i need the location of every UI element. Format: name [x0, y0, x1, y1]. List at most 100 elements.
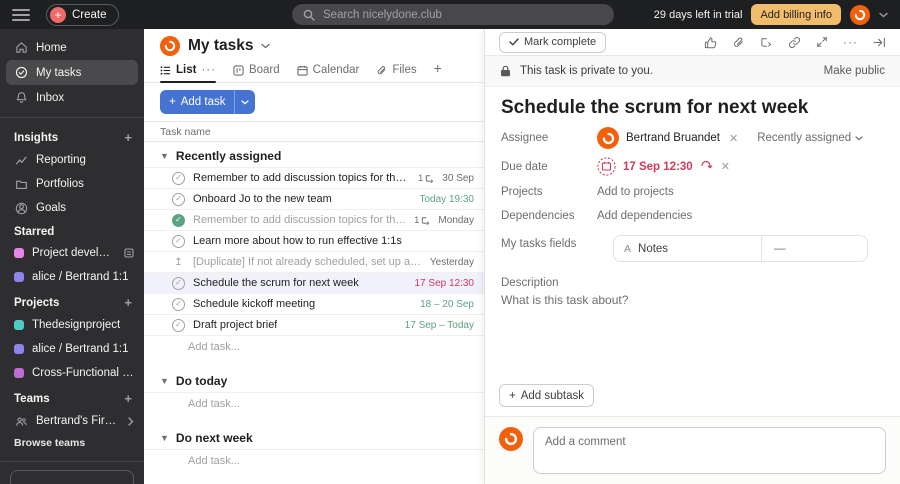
sidebar-item-inbox[interactable]: Inbox: [6, 85, 138, 110]
create-button[interactable]: + Create: [46, 3, 119, 26]
task-title: Onboard Jo to the new team: [193, 193, 332, 205]
task-row[interactable]: ✓ Learn more about how to run effective …: [144, 230, 484, 251]
column-header-task-name[interactable]: Task name: [144, 122, 484, 142]
close-panel-icon[interactable]: [873, 37, 886, 48]
section-do-today[interactable]: ▼ Do today: [144, 367, 484, 392]
add-subtask-icon[interactable]: [760, 36, 773, 49]
project-color-dot: [14, 368, 24, 378]
projects-field: Projects Add to projects: [485, 180, 900, 204]
collapse-triangle-icon[interactable]: ▼: [160, 433, 169, 443]
remove-assignee-icon[interactable]: ✕: [727, 132, 740, 145]
sidebar-item-my-tasks[interactable]: My tasks: [6, 60, 138, 85]
sidebar-item-portfolios[interactable]: Portfolios: [0, 172, 144, 196]
add-task-dropdown[interactable]: [234, 90, 255, 114]
clear-due-date-icon[interactable]: ✕: [719, 160, 732, 173]
subtask-icon: [422, 216, 430, 225]
add-task-row[interactable]: Add task...: [144, 449, 484, 471]
collapse-triangle-icon[interactable]: ▼: [160, 376, 169, 386]
attach-icon[interactable]: [732, 36, 745, 49]
copy-link-icon[interactable]: [788, 36, 801, 49]
add-subtask-button[interactable]: + Add subtask: [499, 384, 595, 407]
sidebar-item-thedesignproject[interactable]: Thedesignproject: [0, 313, 144, 337]
task-title-input[interactable]: Schedule the scrum for next week: [485, 87, 900, 123]
task-check-icon[interactable]: ✓: [172, 276, 185, 290]
collapse-triangle-icon[interactable]: ▼: [160, 151, 169, 161]
sidebar-item-goals[interactable]: Goals: [0, 196, 144, 220]
task-check-icon[interactable]: ✓: [172, 171, 185, 185]
add-task-button[interactable]: + Add task: [160, 90, 256, 114]
sidebar-item-label: Portfolios: [36, 178, 84, 190]
notes-field-cell[interactable]: A Notes: [614, 236, 762, 261]
tab-calendar[interactable]: Calendar: [297, 64, 359, 82]
task-row-selected[interactable]: ✓ Schedule the scrum for next week 17 Se…: [144, 272, 484, 293]
recurring-icon[interactable]: [700, 161, 712, 172]
section-title: Projects: [14, 296, 60, 309]
add-team-icon[interactable]: +: [124, 391, 132, 406]
sidebar-section-projects[interactable]: Projects +: [0, 289, 144, 313]
make-public-button[interactable]: Make public: [824, 65, 885, 77]
sidebar-item-home[interactable]: Home: [6, 35, 138, 60]
sidebar-item-bertrands-first-team[interactable]: Bertrand's First Team: [0, 409, 144, 433]
section-title: Teams: [14, 392, 50, 405]
task-row[interactable]: ✓ Draft project brief 17 Sep – Today: [144, 314, 484, 335]
sidebar-section-starred[interactable]: Starred: [0, 220, 144, 241]
add-dependencies-button[interactable]: Add dependencies: [597, 210, 692, 222]
search-input[interactable]: Search nicelydone.club: [292, 4, 614, 25]
like-icon[interactable]: [704, 36, 717, 49]
add-billing-info-button[interactable]: Add billing info: [751, 4, 841, 25]
notes-field-value[interactable]: —: [762, 236, 798, 261]
more-options-icon[interactable]: ···: [843, 35, 858, 49]
tab-add[interactable]: +: [434, 60, 442, 82]
due-date: Yesterday: [429, 256, 474, 268]
task-row-completed[interactable]: ✓ Remember to add discussion topics for …: [144, 209, 484, 230]
add-insight-icon[interactable]: +: [124, 130, 132, 145]
task-check-icon[interactable]: ✓: [172, 192, 185, 206]
section-do-next-week[interactable]: ▼ Do next week: [144, 424, 484, 449]
task-check-icon[interactable]: ✓: [172, 234, 185, 248]
browse-teams-link[interactable]: Browse teams: [0, 433, 144, 453]
tab-files[interactable]: Files: [376, 64, 417, 82]
tab-list[interactable]: List ···: [160, 64, 216, 83]
comment-input[interactable]: Add a comment: [533, 427, 886, 474]
section-recently-assigned[interactable]: ▼ Recently assigned: [144, 142, 484, 167]
add-to-projects-button[interactable]: Add to projects: [597, 186, 674, 198]
add-task-row[interactable]: Add task...: [144, 392, 484, 414]
fullscreen-icon[interactable]: [816, 36, 828, 48]
sidebar-section-insights[interactable]: Insights +: [0, 124, 144, 148]
task-row[interactable]: ✓ Remember to add discussion topics for …: [144, 167, 484, 188]
assignee-field: Assignee Bertrand Bruandet ✕ Recently as…: [485, 123, 900, 153]
tab-options-icon[interactable]: ···: [201, 64, 216, 76]
add-task-row[interactable]: Add task...: [144, 335, 484, 357]
sidebar-toggle-icon[interactable]: [12, 6, 30, 24]
invite-teammates-button[interactable]: [10, 470, 134, 484]
add-project-icon[interactable]: +: [124, 295, 132, 310]
mark-complete-button[interactable]: Mark complete: [499, 31, 607, 53]
chevron-down-icon[interactable]: [261, 43, 271, 49]
sidebar-item-cross-functional[interactable]: Cross-Functional Project...: [0, 361, 144, 385]
chevron-down-icon[interactable]: [879, 12, 888, 18]
sidebar-item-label: Inbox: [36, 91, 65, 104]
due-date: 17 Sep – Today: [404, 319, 474, 331]
sidebar-item-reporting[interactable]: Reporting: [0, 148, 144, 172]
task-row[interactable]: ✓ Schedule kickoff meeting 18 – 20 Sep: [144, 293, 484, 314]
task-check-icon-completed[interactable]: ✓: [172, 213, 185, 227]
description-input[interactable]: What is this task about?: [485, 290, 900, 310]
task-check-icon[interactable]: ✓: [172, 318, 185, 332]
sidebar-item-alice-bertrand-starred[interactable]: alice / Bertrand 1:1: [0, 265, 144, 289]
page-title: My tasks: [188, 37, 254, 54]
sidebar-section-teams[interactable]: Teams +: [0, 385, 144, 409]
assignee-section-dropdown[interactable]: Recently assigned: [757, 132, 863, 144]
add-subtask-label: Add subtask: [520, 389, 585, 402]
assignee-avatar[interactable]: [597, 127, 619, 149]
sidebar-item-alice-bertrand-project[interactable]: alice / Bertrand 1:1: [0, 337, 144, 361]
custom-fields-table: A Notes —: [613, 235, 868, 262]
task-row-duplicate[interactable]: ↥ [Duplicate] If not already scheduled, …: [144, 251, 484, 272]
assignee-name[interactable]: Bertrand Bruandet: [626, 132, 720, 144]
task-row[interactable]: ✓ Onboard Jo to the new team Today 19:30: [144, 188, 484, 209]
task-check-icon[interactable]: ✓: [172, 297, 185, 311]
user-avatar[interactable]: [850, 4, 870, 25]
tab-board[interactable]: Board: [233, 64, 280, 82]
sidebar-item-project-development[interactable]: Project development: [0, 241, 144, 265]
due-date-calendar-icon[interactable]: [597, 157, 616, 176]
due-date-value[interactable]: 17 Sep 12:30: [623, 161, 693, 173]
